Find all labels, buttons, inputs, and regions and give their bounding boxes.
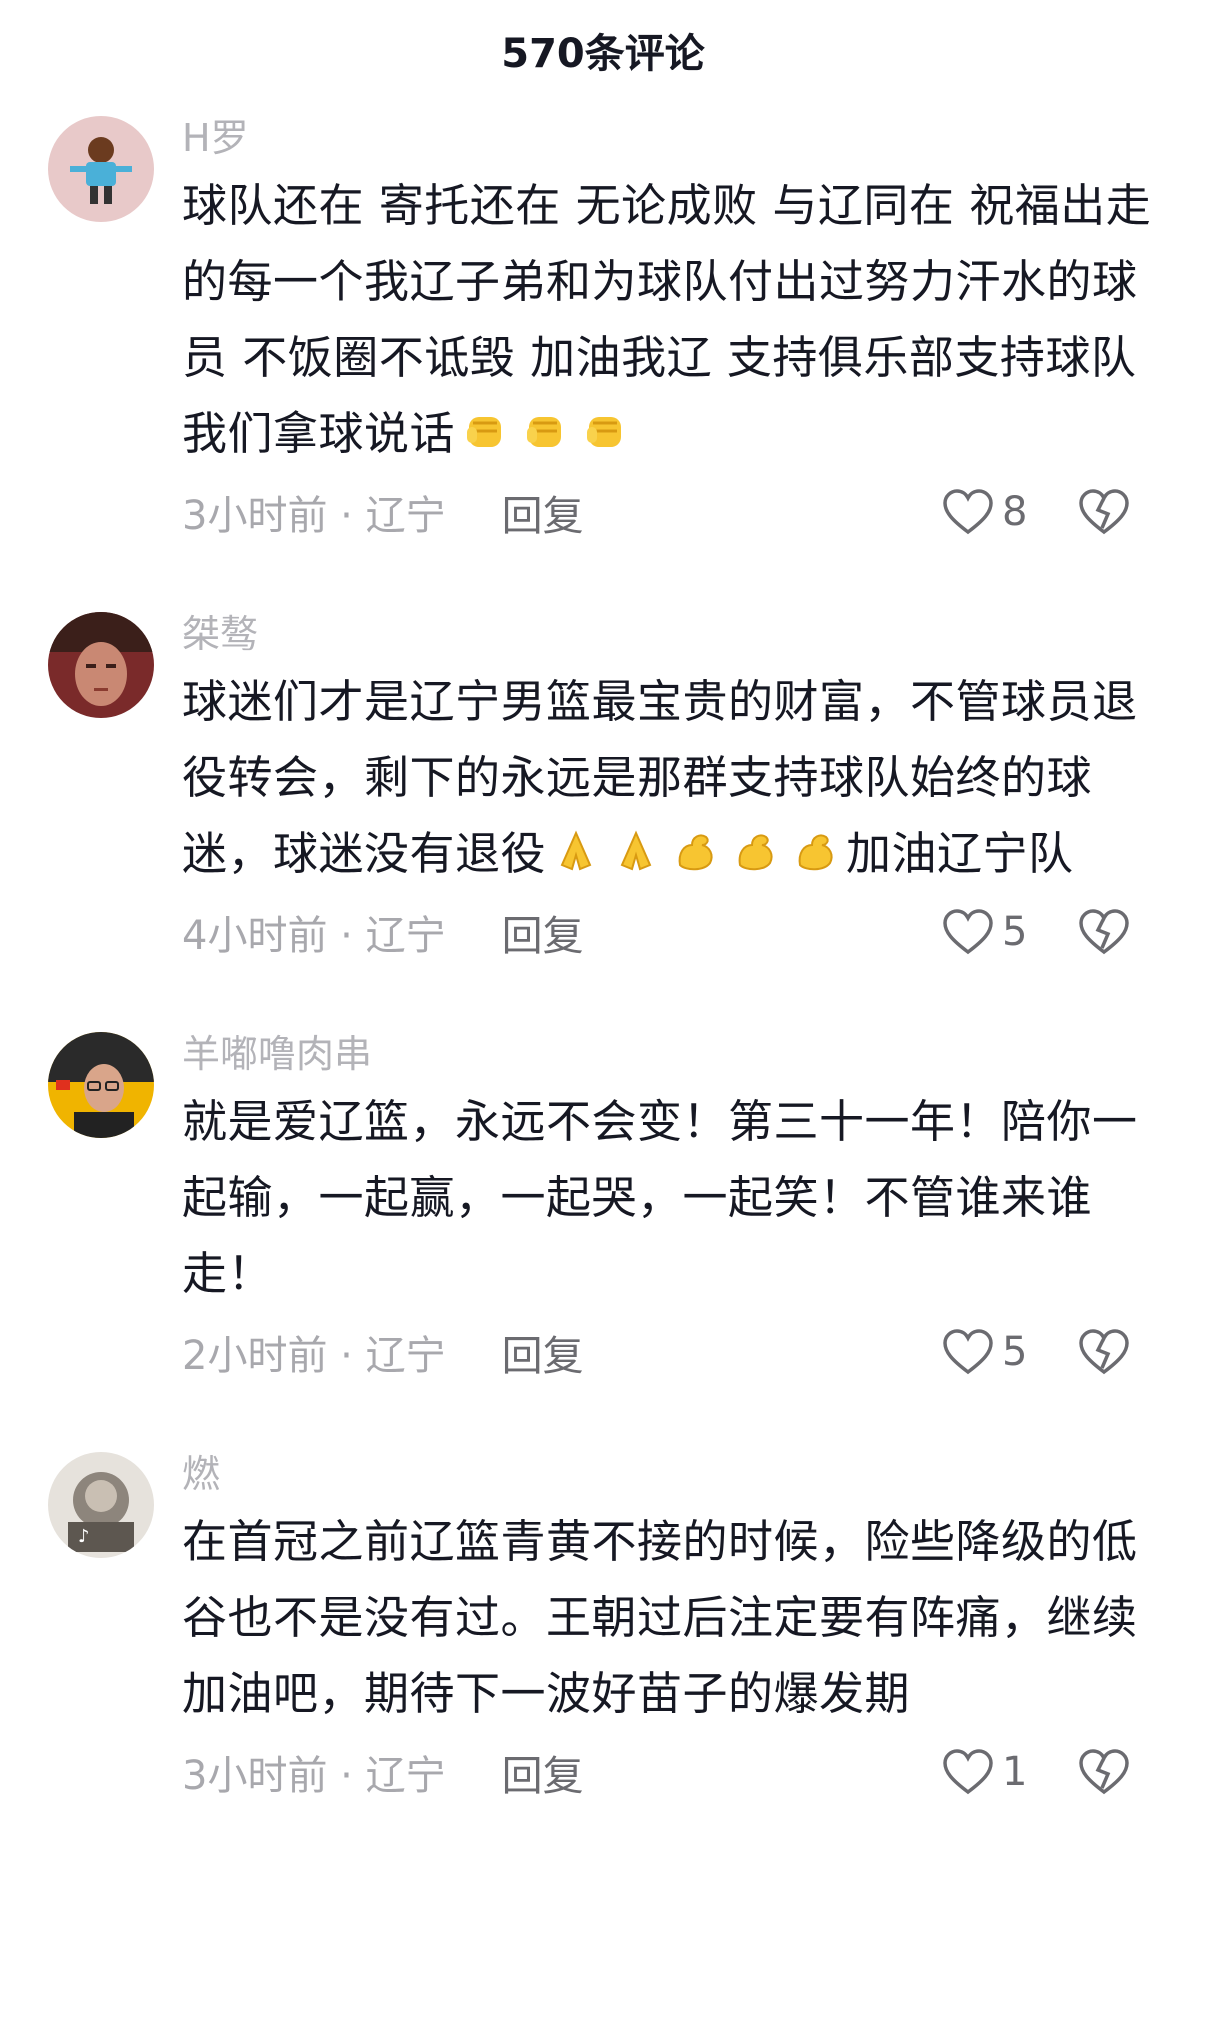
username[interactable]: H罗 bbox=[182, 108, 1156, 168]
comment-meta: 3小时前 · 辽宁 回复 8 bbox=[182, 472, 1156, 552]
reply-button[interactable]: 回复 bbox=[502, 1742, 584, 1802]
broken-heart-icon bbox=[1079, 1749, 1129, 1795]
avatar-photo-face-icon bbox=[48, 612, 154, 718]
comment-meta: 3小时前 · 辽宁 回复 1 bbox=[182, 1732, 1156, 1812]
time-location: 3小时前 · 辽宁 bbox=[182, 493, 446, 539]
avatar-photo-man-glasses-icon bbox=[48, 1032, 154, 1138]
dislike-button[interactable] bbox=[1078, 1326, 1130, 1378]
user-avatar[interactable] bbox=[48, 1032, 154, 1138]
comment-meta: 2小时前 · 辽宁 回复 5 bbox=[182, 1312, 1156, 1392]
comment-text: 球队还在 寄托还在 无论成败 与辽同在 祝福出走的每一个我辽子弟和为球队付出过努… bbox=[182, 168, 1156, 472]
username[interactable]: 桀骜 bbox=[182, 604, 1156, 664]
user-avatar[interactable] bbox=[48, 612, 154, 718]
like-button[interactable]: 5 bbox=[942, 1328, 1038, 1376]
muscle-emoji-icon bbox=[670, 825, 722, 877]
username[interactable]: 羊嘟噜肉串 bbox=[182, 1024, 1156, 1084]
comment-item: 桀骜 球迷们才是辽宁男篮最宝贵的财富，不管球员退役转会，剩下的永远是那群支持球队… bbox=[0, 604, 1206, 972]
comment-text-tail: 加油辽宁队 bbox=[846, 827, 1074, 880]
fist-emoji-icon bbox=[579, 405, 631, 457]
time-location: 3小时前 · 辽宁 bbox=[182, 1753, 446, 1799]
fist-emoji-icon bbox=[459, 405, 511, 457]
broken-heart-icon bbox=[1079, 1329, 1129, 1375]
heart-outline-icon bbox=[943, 489, 993, 535]
like-button[interactable]: 8 bbox=[942, 488, 1038, 536]
comment-meta: 4小时前 · 辽宁 回复 5 bbox=[182, 892, 1156, 972]
like-count: 5 bbox=[1002, 1329, 1028, 1375]
like-button[interactable]: 5 bbox=[942, 908, 1038, 956]
time-location: 2小时前 · 辽宁 bbox=[182, 1333, 446, 1379]
comment-text-main: 就是爱辽篮，永远不会变！第三十一年！陪你一起输，一起赢，一起哭，一起笑！不管谁来… bbox=[182, 1095, 1138, 1300]
broken-heart-icon bbox=[1079, 909, 1129, 955]
comment-item: 羊嘟噜肉串 就是爱辽篮，永远不会变！第三十一年！陪你一起输，一起赢，一起哭，一起… bbox=[0, 1024, 1206, 1392]
time-location: 4小时前 · 辽宁 bbox=[182, 913, 446, 959]
like-count: 5 bbox=[1002, 909, 1028, 955]
comment-text-main: 在首冠之前辽篮青黄不接的时候，险些降级的低谷也不是没有过。王朝过后注定要有阵痛，… bbox=[182, 1515, 1138, 1720]
username[interactable]: 燃 bbox=[182, 1444, 1156, 1504]
reply-button[interactable]: 回复 bbox=[502, 482, 584, 542]
pray-emoji-icon bbox=[550, 825, 602, 877]
muscle-emoji-icon bbox=[730, 825, 782, 877]
comment-count-title: 570条评论 bbox=[501, 31, 705, 77]
fist-emoji-icon bbox=[519, 405, 571, 457]
heart-outline-icon bbox=[943, 1749, 993, 1795]
comment-text: 就是爱辽篮，永远不会变！第三十一年！陪你一起输，一起赢，一起哭，一起笑！不管谁来… bbox=[182, 1084, 1156, 1312]
heart-outline-icon bbox=[943, 1329, 993, 1375]
like-button[interactable]: 1 bbox=[942, 1748, 1038, 1796]
user-avatar[interactable] bbox=[48, 116, 154, 222]
muscle-emoji-icon bbox=[790, 825, 842, 877]
reply-button[interactable]: 回复 bbox=[502, 1322, 584, 1382]
comment-item: H罗 球队还在 寄托还在 无论成败 与辽同在 祝福出走的每一个我辽子弟和为球队付… bbox=[0, 108, 1206, 552]
svg-text:♪: ♪ bbox=[78, 1526, 90, 1547]
comment-text: 在首冠之前辽篮青黄不接的时候，险些降级的低谷也不是没有过。王朝过后注定要有阵痛，… bbox=[182, 1504, 1156, 1732]
like-count: 8 bbox=[1002, 489, 1028, 535]
comment-text: 球迷们才是辽宁男篮最宝贵的财富，不管球员退役转会，剩下的永远是那群支持球队始终的… bbox=[182, 664, 1156, 892]
comment-item: ♪ 燃 在首冠之前辽篮青黄不接的时候，险些降级的低谷也不是没有过。王朝过后注定要… bbox=[0, 1444, 1206, 1812]
dislike-button[interactable] bbox=[1078, 486, 1130, 538]
avatar-photo-tiktok-icon: ♪ bbox=[48, 1452, 154, 1558]
comments-header: 570条评论 bbox=[0, 0, 1206, 100]
heart-outline-icon bbox=[943, 909, 993, 955]
user-avatar[interactable]: ♪ bbox=[48, 1452, 154, 1558]
like-count: 1 bbox=[1002, 1749, 1028, 1795]
dislike-button[interactable] bbox=[1078, 906, 1130, 958]
reply-button[interactable]: 回复 bbox=[502, 902, 584, 962]
avatar-cartoon-boy-icon bbox=[48, 116, 154, 222]
broken-heart-icon bbox=[1079, 489, 1129, 535]
dislike-button[interactable] bbox=[1078, 1746, 1130, 1798]
comment-text-main: 球队还在 寄托还在 无论成败 与辽同在 祝福出走的每一个我辽子弟和为球队付出过努… bbox=[182, 179, 1152, 460]
pray-emoji-icon bbox=[610, 825, 662, 877]
